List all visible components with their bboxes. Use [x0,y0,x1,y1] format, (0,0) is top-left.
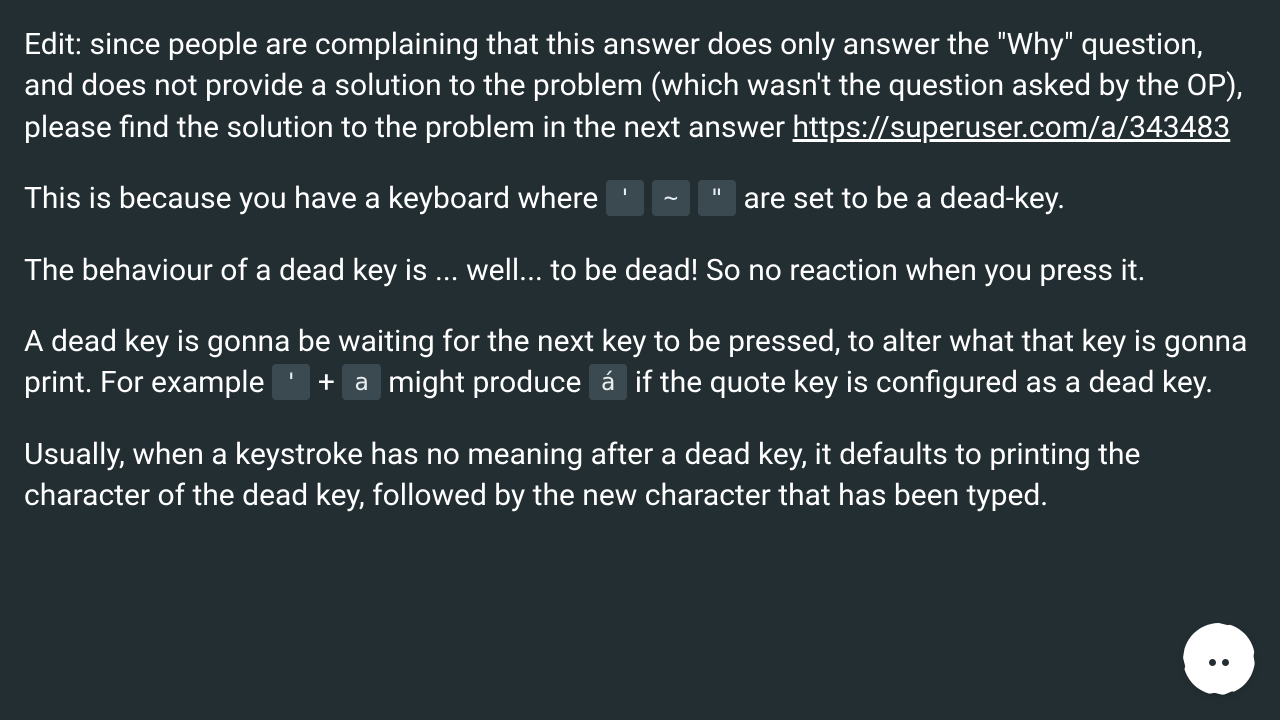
plus-separator: + [318,365,342,400]
dead-key-default-paragraph: Usually, when a keystroke has no meaning… [24,434,1256,517]
chat-widget-face-icon [1209,659,1229,666]
kbd-a-acute: á [589,364,627,400]
answer-body: Edit: since people are complaining that … [0,0,1280,517]
text: are set to be a dead-key. [743,181,1065,216]
kbd-a: a [342,364,380,400]
kbd-tilde: ~ [652,180,690,216]
text: if the quote key is configured as a dead… [635,365,1213,400]
kbd-doublequote: " [698,180,736,216]
kbd-apostrophe: ' [606,180,644,216]
text: might produce [388,365,589,400]
edit-note-paragraph: Edit: since people are complaining that … [24,24,1256,148]
kbd-apostrophe: ' [272,364,310,400]
chat-widget-button[interactable] [1188,628,1250,690]
dead-key-intro-paragraph: This is because you have a keyboard wher… [24,178,1256,219]
dead-key-behaviour-paragraph: The behaviour of a dead key is ... well.… [24,250,1256,291]
text: This is because you have a keyboard wher… [24,181,606,216]
dead-key-example-paragraph: A dead key is gonna be waiting for the n… [24,321,1256,404]
solution-link[interactable]: https://superuser.com/a/343483 [793,110,1231,145]
